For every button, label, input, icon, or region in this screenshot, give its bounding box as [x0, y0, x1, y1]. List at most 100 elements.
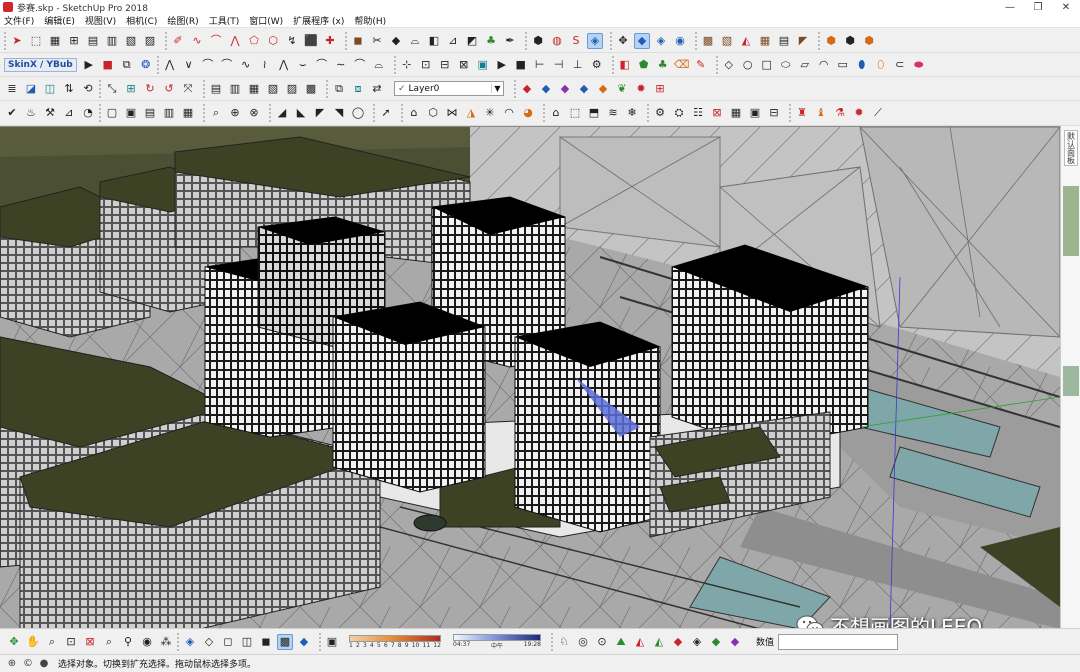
- sandbox-6-icon[interactable]: ◆: [727, 634, 743, 650]
- follow-me-icon[interactable]: ↯: [284, 33, 300, 49]
- shape-yellow-icon[interactable]: ⬯: [873, 57, 889, 73]
- subdivide-icon[interactable]: ❂: [138, 57, 154, 73]
- rotate-red-icon[interactable]: ↻: [142, 81, 158, 97]
- shape-pink-icon[interactable]: ⬬: [911, 57, 927, 73]
- joint-push-pull-icon[interactable]: ⬛: [303, 33, 319, 49]
- shadows-toggle-icon[interactable]: ▣: [324, 634, 340, 650]
- window-1-icon[interactable]: ▢: [104, 105, 120, 121]
- brush-icon[interactable]: ✒: [502, 33, 518, 49]
- select-arrow-icon[interactable]: ➤: [9, 33, 25, 49]
- door-icon[interactable]: ▨: [142, 33, 158, 49]
- cube-gold-icon[interactable]: ⬢: [861, 33, 877, 49]
- tree-green-icon[interactable]: ♣: [655, 57, 671, 73]
- geo-4-icon[interactable]: ◮: [463, 105, 479, 121]
- polyline-3-icon[interactable]: ⌒: [200, 57, 216, 73]
- gear-red-icon[interactable]: ✹: [851, 105, 867, 121]
- box-open-icon[interactable]: ⬒: [586, 105, 602, 121]
- right-view-icon[interactable]: ◉: [672, 33, 688, 49]
- wave-icon[interactable]: ≋: [605, 105, 621, 121]
- render-5-icon[interactable]: ▦: [728, 105, 744, 121]
- camera-icon[interactable]: ◎: [575, 634, 591, 650]
- snow-icon[interactable]: ❄: [624, 105, 640, 121]
- polyline-icon[interactable]: ⋀: [227, 33, 243, 49]
- window-2-icon[interactable]: ▣: [123, 105, 139, 121]
- cube-grey-icon[interactable]: ⬢: [842, 33, 858, 49]
- box-icon[interactable]: ⬚: [567, 105, 583, 121]
- style-blue-icon[interactable]: ◆: [538, 81, 554, 97]
- face-3-icon[interactable]: ◤: [312, 105, 328, 121]
- slice-icon[interactable]: ⊣: [551, 57, 567, 73]
- close-button[interactable]: ✕: [1052, 0, 1080, 14]
- skinx-label[interactable]: SkinX / YBub: [4, 57, 77, 72]
- geo-6-icon[interactable]: ◠: [501, 105, 517, 121]
- layer-copy-icon[interactable]: ⧈: [350, 81, 366, 97]
- material-wood-icon[interactable]: ▧: [719, 33, 735, 49]
- credits-icon[interactable]: ©: [22, 658, 34, 670]
- stop-icon[interactable]: ■: [100, 57, 116, 73]
- sandbox-1-icon[interactable]: ◭: [632, 634, 648, 650]
- terrain-icon[interactable]: ⛰: [613, 634, 629, 650]
- polyline-12-icon[interactable]: ⌓: [371, 57, 387, 73]
- mirror-icon[interactable]: ◫: [42, 81, 58, 97]
- menu-draw[interactable]: 绘图(R): [167, 14, 198, 27]
- material-brick-icon[interactable]: ▩: [700, 33, 716, 49]
- material-picker-icon[interactable]: ◭: [738, 33, 754, 49]
- position-camera-icon[interactable]: ⊙: [594, 634, 610, 650]
- geo-7-icon[interactable]: ◕: [520, 105, 536, 121]
- render-6-icon[interactable]: ▣: [747, 105, 763, 121]
- menu-file[interactable]: 文件(F): [4, 14, 34, 27]
- shaded-icon[interactable]: ◼: [258, 634, 274, 650]
- gear-icon[interactable]: ⚙: [589, 57, 605, 73]
- shape-circle-icon[interactable]: ○: [740, 57, 756, 73]
- shape-arc-icon[interactable]: ◠: [816, 57, 832, 73]
- pan-hand-icon[interactable]: ✋: [25, 634, 41, 650]
- layer-color-icon[interactable]: ◧: [617, 57, 633, 73]
- layer-move-icon[interactable]: ⇄: [369, 81, 385, 97]
- render-1-icon[interactable]: ⚙: [652, 105, 668, 121]
- protractor-icon[interactable]: ◔: [80, 105, 96, 121]
- zoom-lens-icon[interactable]: ⌕: [44, 634, 60, 650]
- stack-1-icon[interactable]: ▤: [208, 81, 224, 97]
- shape-square-icon[interactable]: □: [759, 57, 775, 73]
- shape-parallelogram-icon[interactable]: ▱: [797, 57, 813, 73]
- offset-icon[interactable]: ⬠: [246, 33, 262, 49]
- polyline-4-icon[interactable]: ⌒: [219, 57, 235, 73]
- top-view-icon[interactable]: ◆: [634, 32, 650, 49]
- teapot-icon[interactable]: ♨: [23, 105, 39, 121]
- front-view-icon[interactable]: ◈: [653, 33, 669, 49]
- align-icon[interactable]: ⊟: [437, 57, 453, 73]
- spray-icon[interactable]: ♝: [813, 105, 829, 121]
- polyline-8-icon[interactable]: ⌣: [295, 57, 311, 73]
- play-icon[interactable]: ▶: [81, 57, 97, 73]
- iso-view-icon[interactable]: ◈: [587, 32, 603, 49]
- cube-icon[interactable]: ◧: [426, 33, 442, 49]
- su-logo-icon[interactable]: S: [568, 33, 584, 49]
- weld-icon[interactable]: ⊠: [456, 57, 472, 73]
- shape-rect-icon[interactable]: ▭: [835, 57, 851, 73]
- pencil-icon[interactable]: ✎: [693, 57, 709, 73]
- knife-line-icon[interactable]: ⟋: [870, 105, 886, 121]
- shape-tube-icon[interactable]: ⊂: [892, 57, 908, 73]
- scale-icon[interactable]: ⤡: [104, 81, 120, 97]
- unfold-icon[interactable]: ⊿: [445, 33, 461, 49]
- menu-camera[interactable]: 相机(C): [126, 14, 157, 27]
- tool-move-icon[interactable]: ✚: [322, 33, 338, 49]
- menu-extensions[interactable]: 扩展程序 (x): [293, 14, 344, 27]
- warp-icon[interactable]: ◩: [464, 33, 480, 49]
- geo-location-icon[interactable]: ⊕: [6, 658, 18, 670]
- material-stone-icon[interactable]: ▤: [776, 33, 792, 49]
- shape-blue-icon[interactable]: ⬮: [854, 57, 870, 73]
- search-icon[interactable]: ⌕: [101, 634, 117, 650]
- grid-array-icon[interactable]: ▦: [47, 33, 63, 49]
- knife-icon[interactable]: ✂: [369, 33, 385, 49]
- shadow-month-slider[interactable]: 1 2 3 4 5 6 7 8 9 10 11 12: [349, 634, 441, 649]
- soften-icon[interactable]: ◆: [388, 33, 404, 49]
- orbit-icon[interactable]: ✥: [6, 634, 22, 650]
- stack-3-icon[interactable]: ▦: [246, 81, 262, 97]
- menu-help[interactable]: 帮助(H): [354, 14, 386, 27]
- back-edges-icon[interactable]: ◇: [201, 634, 217, 650]
- layer-dropdown[interactable]: ✓ Layer0 ▼: [394, 81, 504, 96]
- polyline-1-icon[interactable]: ⋀: [162, 57, 178, 73]
- stair-icon[interactable]: ⊞: [66, 33, 82, 49]
- polyline-9-icon[interactable]: ⌒: [314, 57, 330, 73]
